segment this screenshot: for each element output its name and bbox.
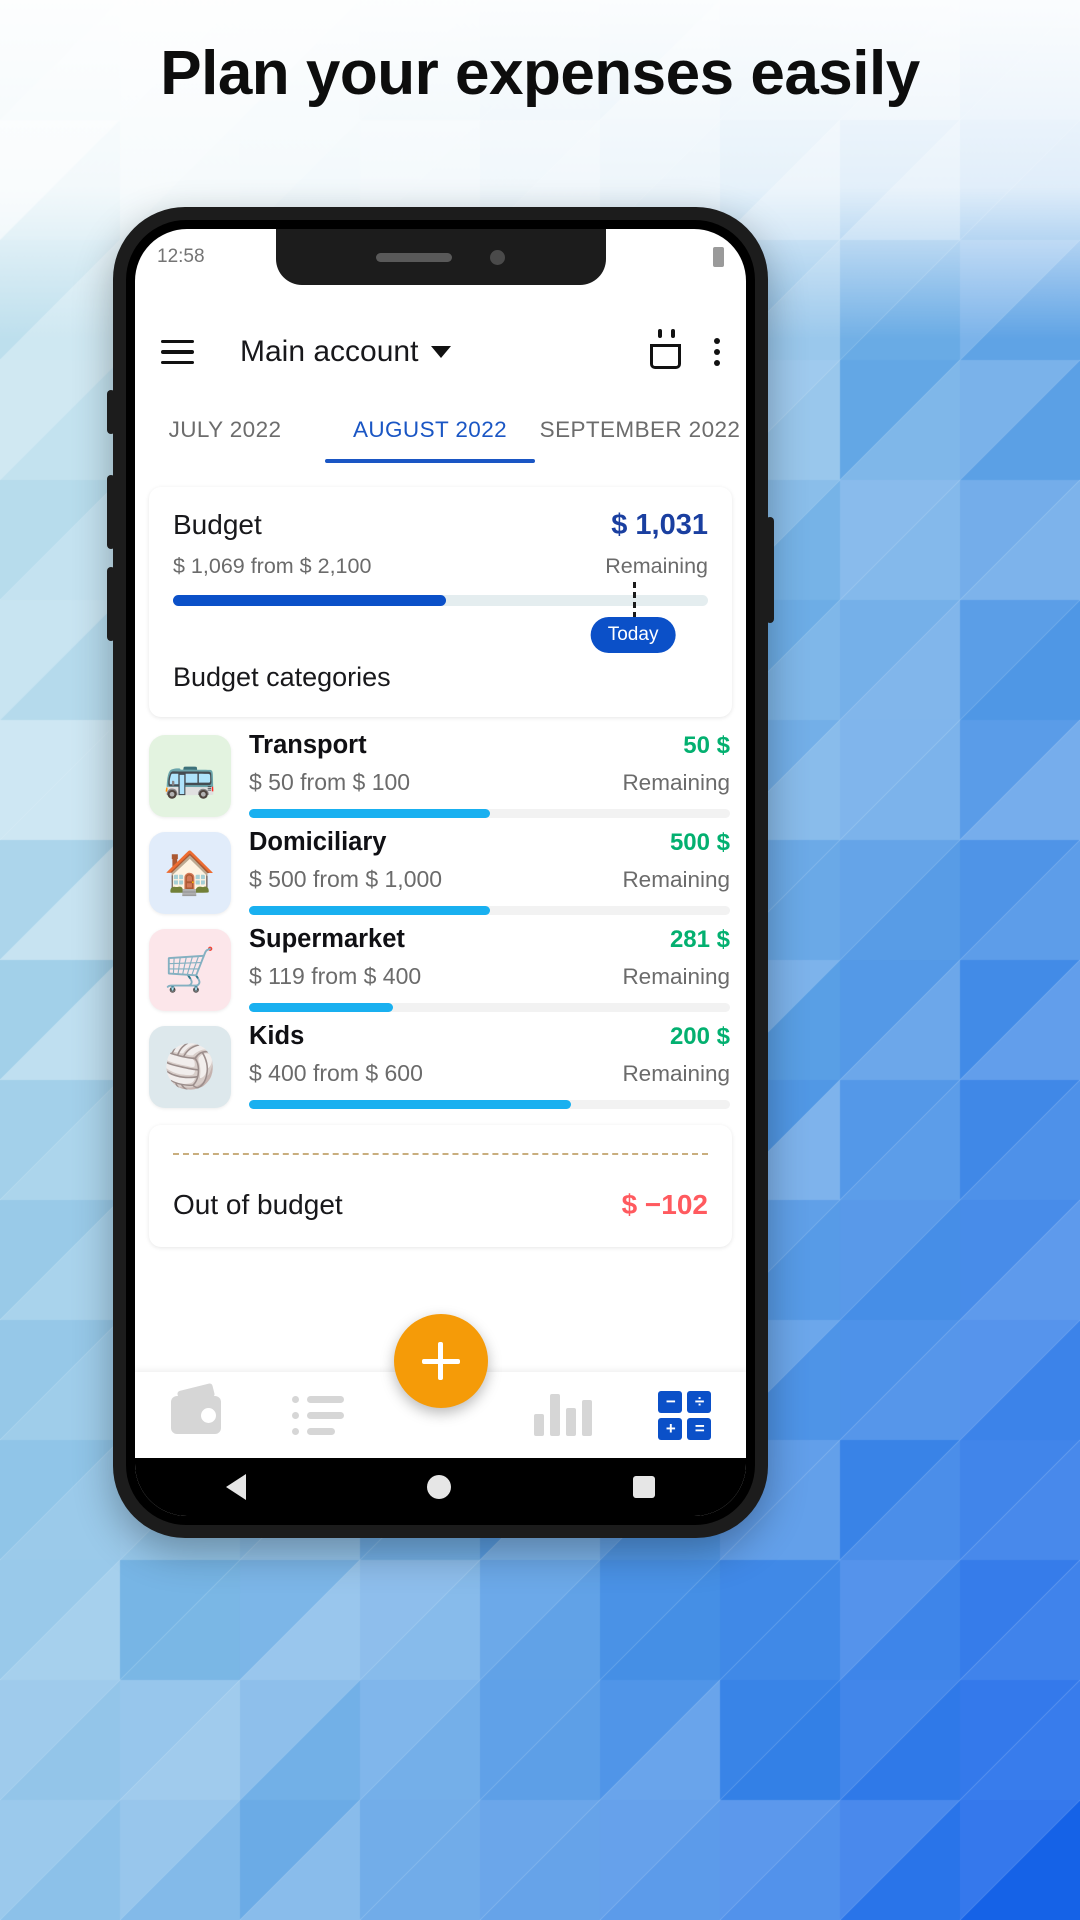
category-top-row: Kids 200 $ <box>249 1022 730 1051</box>
phone-volume-up-button <box>107 475 115 549</box>
chevron-down-icon[interactable] <box>431 346 452 358</box>
tab-august-2022[interactable]: AUGUST 2022 <box>325 405 535 464</box>
bus-icon: 🚌 <box>149 735 231 817</box>
category-bottom-row: $ 50 from $ 100 Remaining <box>249 769 730 796</box>
category-remaining-label: Remaining <box>622 1061 730 1086</box>
category-list: 🚌 Transport 50 $ $ 50 from $ 100 Remaining 🏠 D… <box>135 721 746 1109</box>
phone-notch <box>275 229 606 285</box>
shopping-cart-icon: 🛒 <box>149 929 231 1011</box>
category-name: Transport <box>249 731 367 759</box>
back-icon[interactable] <box>225 1474 246 1500</box>
phone-power-button <box>766 517 774 623</box>
category-remaining-label: Remaining <box>622 770 730 795</box>
nav-item-statistics[interactable] <box>502 1394 624 1436</box>
bar-chart-icon <box>533 1394 592 1436</box>
phone-volume-down-button <box>107 567 115 641</box>
category-body: Transport 50 $ $ 50 from $ 100 Remaining <box>249 731 732 818</box>
android-navigation-bar <box>135 1458 746 1516</box>
phone-mockup: 12:58 Main account JULY 2022 AUGUST 2022… <box>107 207 774 1538</box>
phone-mute-button <box>107 390 115 434</box>
today-badge: Today <box>590 617 676 653</box>
recents-icon[interactable] <box>633 1476 656 1498</box>
category-remaining-amount: 200 $ <box>669 1023 730 1050</box>
month-tabs: JULY 2022 AUGUST 2022 SEPTEMBER 2022 <box>135 405 746 479</box>
today-marker-line <box>633 582 637 618</box>
budget-remaining-label: Remaining <box>605 554 708 578</box>
category-progress-bar <box>249 1003 730 1012</box>
out-of-budget-label: Out of budget <box>173 1189 343 1220</box>
out-of-budget-value: $ −102 <box>621 1189 708 1220</box>
category-spent-of: $ 500 from $ 1,000 <box>249 866 443 892</box>
phone-screen: 12:58 Main account JULY 2022 AUGUST 2022… <box>135 229 746 1516</box>
budget-progress-bar: Today <box>173 582 708 653</box>
category-bottom-row: $ 119 from $ 400 Remaining <box>249 963 730 990</box>
category-top-row: Supermarket 281 $ <box>249 925 730 954</box>
phone-bezel: 12:58 Main account JULY 2022 AUGUST 2022… <box>126 220 755 1525</box>
battery-icon <box>713 247 724 267</box>
house-icon: 🏠 <box>149 832 231 914</box>
category-remaining-amount: 50 $ <box>683 732 730 759</box>
front-camera <box>490 249 505 265</box>
out-of-budget-row: Out of budget $ −102 <box>173 1189 708 1221</box>
app-bar: Main account <box>135 309 746 395</box>
category-row[interactable]: 🛒 Supermarket 281 $ $ 119 from $ 400 Remaini… <box>135 915 746 1012</box>
category-body: Supermarket 281 $ $ 119 from $ 400 Remainin… <box>249 925 732 1012</box>
wallet-icon <box>171 1396 222 1434</box>
category-remaining-label: Remaining <box>622 867 730 892</box>
budget-spent-of: $ 1,069 from $ 2,100 <box>173 554 372 578</box>
category-progress-bar <box>249 906 730 915</box>
category-row[interactable]: 🚌 Transport 50 $ $ 50 from $ 100 Remaining <box>135 721 746 818</box>
category-spent-of: $ 50 from $ 100 <box>249 769 411 795</box>
category-top-row: Transport 50 $ <box>249 731 730 760</box>
add-transaction-fab[interactable] <box>393 1314 488 1408</box>
page-title: Plan your expenses easily <box>160 39 920 108</box>
hamburger-menu-icon[interactable] <box>161 339 194 365</box>
budget-title: Budget <box>173 509 262 540</box>
calc-key-equals: = <box>687 1417 712 1440</box>
nav-item-transactions[interactable] <box>257 1395 379 1435</box>
tab-july-2022[interactable]: JULY 2022 <box>135 405 325 445</box>
budget-header-row: Budget $ 1,031 <box>173 509 708 542</box>
earpiece-speaker <box>376 252 452 262</box>
nav-item-wallet[interactable] <box>135 1396 257 1434</box>
budget-remaining-amount: $ 1,031 <box>611 509 708 541</box>
category-name: Supermarket <box>249 925 405 953</box>
category-progress-bar <box>249 1100 730 1109</box>
category-remaining-label: Remaining <box>622 964 730 989</box>
category-remaining-amount: 500 $ <box>669 829 730 856</box>
category-body: Domiciliary 500 $ $ 500 from $ 1,000 Remain… <box>249 828 732 915</box>
calc-key-plus: + <box>658 1417 683 1440</box>
home-icon[interactable] <box>427 1475 452 1499</box>
category-name: Kids <box>249 1022 305 1050</box>
category-progress-bar <box>249 809 730 818</box>
calculator-icon: − ÷ + = <box>658 1390 712 1440</box>
nav-item-budget[interactable]: − ÷ + = <box>624 1390 746 1440</box>
calc-key-minus: − <box>658 1390 683 1413</box>
calc-key-divide: ÷ <box>687 1390 712 1413</box>
list-icon <box>292 1395 345 1435</box>
account-selector-label[interactable]: Main account <box>240 335 418 369</box>
category-top-row: Domiciliary 500 $ <box>249 828 730 857</box>
budget-progress-fill <box>173 595 446 606</box>
category-spent-of: $ 119 from $ 400 <box>249 963 422 989</box>
out-of-budget-card[interactable]: Out of budget $ −102 <box>149 1125 732 1247</box>
category-row[interactable]: 🏐 Kids 200 $ $ 400 from $ 600 Remaining <box>135 1012 746 1109</box>
beach-ball-icon: 🏐 <box>149 1026 231 1108</box>
category-remaining-amount: 281 $ <box>669 926 730 953</box>
category-row[interactable]: 🏠 Domiciliary 500 $ $ 500 from $ 1,000 Remai… <box>135 818 746 915</box>
tab-september-2022[interactable]: SEPTEMBER 2022 <box>535 405 745 445</box>
category-body: Kids 200 $ $ 400 from $ 600 Remaining <box>249 1022 732 1109</box>
calendar-icon[interactable] <box>650 328 681 369</box>
category-name: Domiciliary <box>249 828 387 856</box>
dashed-divider <box>173 1153 708 1155</box>
category-bottom-row: $ 400 from $ 600 Remaining <box>249 1060 730 1087</box>
page-root: Plan your expenses easily 12:58 Main acc… <box>0 0 1080 1920</box>
category-spent-of: $ 400 from $ 600 <box>249 1060 423 1086</box>
more-vertical-icon[interactable] <box>714 338 720 366</box>
budget-subrow: $ 1,069 from $ 2,100 Remaining <box>173 554 708 579</box>
status-time: 12:58 <box>157 246 205 267</box>
budget-summary-card[interactable]: Budget $ 1,031 $ 1,069 from $ 2,100 Rema… <box>149 487 732 717</box>
category-bottom-row: $ 500 from $ 1,000 Remaining <box>249 866 730 893</box>
